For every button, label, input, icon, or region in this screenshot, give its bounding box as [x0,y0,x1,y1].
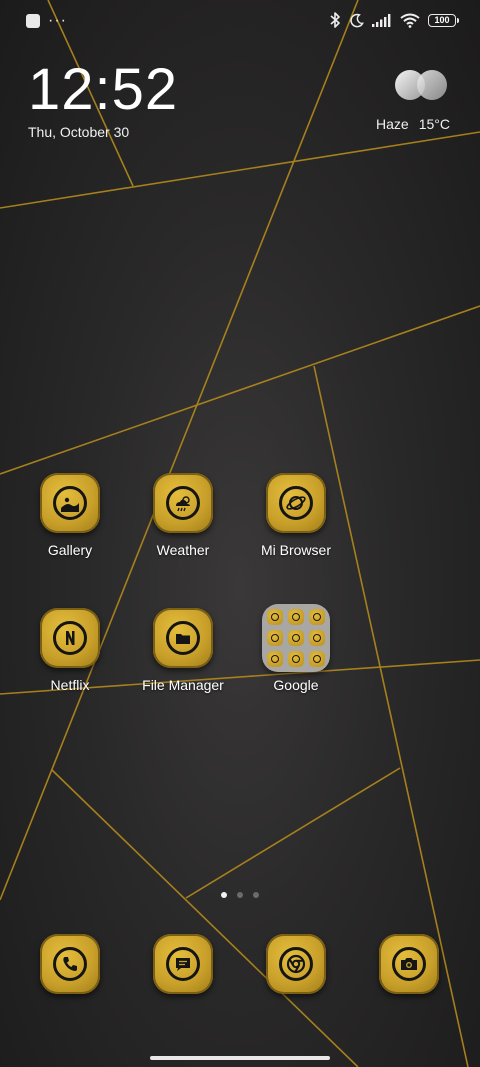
gallery-icon-tile [40,473,100,533]
app-gallery[interactable]: Gallery [14,473,126,558]
app-label: Mi Browser [260,542,331,558]
netflix-icon [53,621,87,655]
battery-level: 100 [434,14,450,25]
bluetooth-icon [330,12,340,28]
browser-icon [279,486,313,520]
netflix-icon-tile [40,608,100,668]
folder-app-icon [309,630,325,646]
folder-google[interactable]: Google [240,604,352,693]
weather-icon [166,486,200,520]
folder-tile [262,604,330,672]
page-dot[interactable] [253,892,259,898]
app-netflix[interactable]: Netflix [14,608,126,693]
dock-messages[interactable] [127,934,239,994]
folder-label: Google [273,677,319,693]
camera-icon [392,947,426,981]
chrome-icon-tile [266,934,326,994]
browser-icon-tile [266,473,326,533]
gesture-nav-handle[interactable] [150,1056,330,1060]
folder-app-icon [267,630,283,646]
phone-icon-tile [40,934,100,994]
page-dot-active[interactable] [221,892,227,898]
status-bar[interactable]: ··· 100 [0,0,480,46]
folder-app-icon [309,651,325,667]
dock-phone[interactable] [14,934,126,994]
app-weather[interactable]: Weather [127,473,239,558]
messages-icon-tile [153,934,213,994]
folder-app-icon [288,651,304,667]
folder-app-icon [288,630,304,646]
weather-condition: Haze [376,116,409,132]
weather-icon-tile [153,473,213,533]
folder-icon-tile [153,608,213,668]
clock-time: 12:52 [28,57,179,122]
app-file-manager[interactable]: File Manager [127,608,239,693]
camera-icon-tile [379,934,439,994]
folder-app-icon [267,609,283,625]
chrome-icon [279,947,313,981]
clock-date: Thu, October 30 [28,124,130,140]
signal-icon [372,14,391,27]
app-label: Gallery [47,542,93,558]
more-notifications-icon: ··· [48,12,67,29]
messages-icon [166,947,200,981]
app-label: Netflix [50,677,90,693]
clock-widget[interactable]: 12:52 Thu, October 30 [28,57,179,141]
dock-camera[interactable] [353,934,465,994]
notification-square-icon [26,14,40,28]
battery-icon: 100 [428,13,459,27]
folder-app-icon [309,609,325,625]
page-dot[interactable] [237,892,243,898]
dock-chrome[interactable] [240,934,352,994]
page-indicator[interactable] [0,892,480,898]
phone-icon [53,947,87,981]
haze-icon [395,70,447,100]
folder-app-icon [288,609,304,625]
dnd-moon-icon [350,13,364,27]
app-label: File Manager [142,677,224,693]
gallery-icon [53,486,87,520]
wifi-icon [400,13,420,28]
app-label: Weather [156,542,210,558]
app-mi-browser[interactable]: Mi Browser [240,473,352,558]
folder-icon [166,621,200,655]
weather-temperature: 15°C [418,116,450,132]
folder-app-icon [267,651,283,667]
weather-widget[interactable]: Haze 15°C [376,68,450,132]
